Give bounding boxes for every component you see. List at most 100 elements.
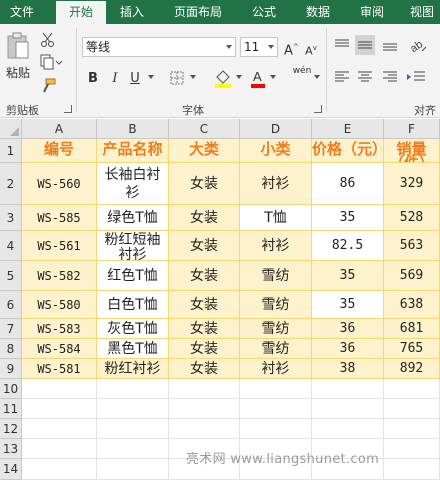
header-cell-code[interactable]: 编号: [22, 139, 97, 163]
cell-sales[interactable]: 892: [384, 359, 440, 379]
empty-row[interactable]: [22, 399, 440, 419]
row-header[interactable]: 8: [0, 339, 22, 359]
cell-product-name[interactable]: 白色T恤: [97, 291, 169, 319]
cell-price[interactable]: 36: [312, 339, 384, 359]
tab-data[interactable]: 数据: [296, 0, 340, 24]
increase-font-size-icon[interactable]: A^: [284, 38, 299, 60]
format-painter-icon[interactable]: [40, 78, 56, 94]
row-header[interactable]: 5: [0, 261, 22, 291]
cell-sales[interactable]: 563: [384, 231, 440, 261]
header-cell-category[interactable]: 大类: [169, 139, 240, 163]
align-center-icon[interactable]: [357, 70, 373, 84]
tab-page-layout[interactable]: 页面布局: [166, 0, 230, 24]
bold-button[interactable]: B: [86, 70, 100, 88]
chevron-down-icon[interactable]: [148, 74, 154, 80]
cell-subcategory[interactable]: 雪纺: [240, 339, 312, 359]
cell-code[interactable]: WS-584: [22, 339, 97, 359]
empty-row[interactable]: [22, 379, 440, 399]
row-header[interactable]: 10: [0, 379, 22, 399]
header-cell-sales[interactable]: 销量（件）: [384, 139, 440, 163]
header-cell-subcategory[interactable]: 小类: [240, 139, 312, 163]
row-header[interactable]: 13: [0, 439, 22, 459]
cell-subcategory[interactable]: 雪纺: [240, 319, 312, 339]
chevron-down-icon[interactable]: [314, 74, 320, 80]
cell-sales[interactable]: 681: [384, 319, 440, 339]
borders-icon[interactable]: [170, 71, 184, 85]
cell-subcategory[interactable]: 衬衫: [240, 231, 312, 261]
cell-category[interactable]: 女装: [169, 339, 240, 359]
top-align-icon[interactable]: [334, 38, 350, 52]
cell-price[interactable]: 36: [312, 319, 384, 339]
font-size-select[interactable]: 11: [240, 37, 278, 57]
column-header-d[interactable]: D: [240, 119, 312, 139]
row-header[interactable]: 3: [0, 205, 22, 231]
orientation-icon[interactable]: ab: [408, 36, 428, 54]
tab-home[interactable]: 开始: [56, 1, 106, 24]
row-header[interactable]: 4: [0, 231, 22, 261]
cell-code[interactable]: WS-585: [22, 205, 97, 231]
cut-icon[interactable]: [40, 32, 56, 48]
chevron-down-icon[interactable]: [270, 74, 276, 80]
underline-button[interactable]: U: [128, 70, 142, 88]
tab-formulas[interactable]: 公式: [242, 0, 286, 24]
row-header[interactable]: 6: [0, 291, 22, 319]
cell-price[interactable]: 38: [312, 359, 384, 379]
column-header-f[interactable]: F: [384, 119, 440, 139]
cell-subcategory[interactable]: 衬衫: [240, 359, 312, 379]
cell-category[interactable]: 女装: [169, 231, 240, 261]
fill-color-icon[interactable]: [214, 68, 232, 88]
column-header-e[interactable]: E: [312, 119, 384, 139]
indent-icon[interactable]: [406, 70, 426, 84]
cell-price[interactable]: 86: [312, 163, 384, 205]
cell-category[interactable]: 女装: [169, 291, 240, 319]
chevron-down-icon[interactable]: [236, 74, 242, 80]
cell-code[interactable]: WS-561: [22, 231, 97, 261]
align-left-icon[interactable]: [334, 70, 350, 84]
column-header-a[interactable]: A: [22, 119, 97, 139]
cell-product-name[interactable]: 粉红衬衫: [97, 359, 169, 379]
cell-category[interactable]: 女装: [169, 205, 240, 231]
font-launcher-icon[interactable]: [314, 105, 322, 113]
cell-sales[interactable]: 329: [384, 163, 440, 205]
row-header[interactable]: 7: [0, 319, 22, 339]
tab-review[interactable]: 审阅: [350, 0, 394, 24]
cell-product-name[interactable]: 绿色T恤: [97, 205, 169, 231]
cell-subcategory[interactable]: 衬衫: [240, 163, 312, 205]
cell-product-name[interactable]: 灰色T恤: [97, 319, 169, 339]
bottom-align-icon[interactable]: [382, 38, 398, 52]
cell-code[interactable]: WS-582: [22, 261, 97, 291]
row-header[interactable]: 9: [0, 359, 22, 379]
cell-sales[interactable]: 569: [384, 261, 440, 291]
middle-align-icon[interactable]: [355, 35, 375, 55]
cell-category[interactable]: 女装: [169, 359, 240, 379]
clipboard-launcher-icon[interactable]: [64, 105, 72, 113]
cell-price[interactable]: 35: [312, 261, 384, 291]
cell-subcategory[interactable]: 雪纺: [240, 261, 312, 291]
tab-file[interactable]: 文件: [0, 0, 44, 24]
header-cell-product-name[interactable]: 产品名称: [97, 139, 169, 163]
font-name-select[interactable]: 等线: [82, 37, 236, 57]
cell-product-name[interactable]: 红色T恤: [97, 261, 169, 291]
paste-icon[interactable]: [6, 32, 30, 62]
row-header[interactable]: 11: [0, 399, 22, 419]
phonetic-guide-icon[interactable]: wén: [292, 66, 312, 76]
cell-product-name[interactable]: 黑色T恤: [97, 339, 169, 359]
cell-price[interactable]: 35: [312, 205, 384, 231]
column-header-b[interactable]: B: [97, 119, 169, 139]
cell-product-name[interactable]: 长袖白衬衫: [97, 163, 169, 205]
cell-code[interactable]: WS-560: [22, 163, 97, 205]
chevron-down-icon[interactable]: [190, 74, 196, 80]
cell-code[interactable]: WS-581: [22, 359, 97, 379]
cell-code[interactable]: WS-583: [22, 319, 97, 339]
row-header[interactable]: 12: [0, 419, 22, 439]
column-header-c[interactable]: C: [169, 119, 240, 139]
cell-price[interactable]: 82.5: [312, 231, 384, 261]
align-right-icon[interactable]: [382, 70, 398, 84]
font-color-icon[interactable]: A: [250, 68, 266, 88]
select-all-button[interactable]: [0, 119, 22, 139]
cell-category[interactable]: 女装: [169, 163, 240, 205]
cell-sales[interactable]: 528: [384, 205, 440, 231]
cell-sales[interactable]: 638: [384, 291, 440, 319]
header-cell-price[interactable]: 价格（元）: [312, 139, 384, 163]
cell-category[interactable]: 女装: [169, 261, 240, 291]
